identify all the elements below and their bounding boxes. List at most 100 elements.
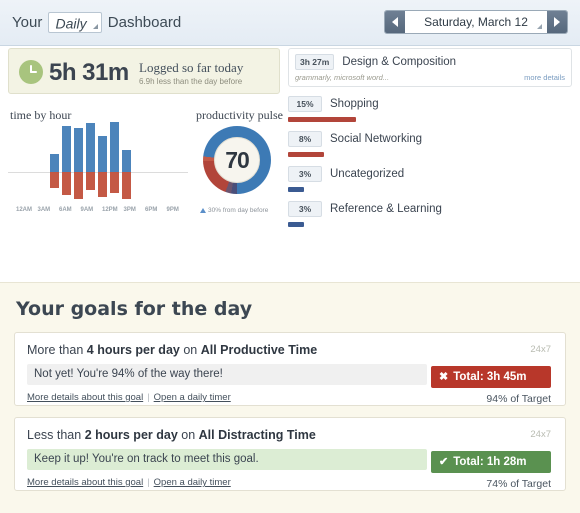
hour-bar bbox=[62, 122, 71, 200]
goal-details-link[interactable]: More details about this goal bbox=[27, 477, 143, 488]
pulse-delta-text: 30% from day before bbox=[208, 207, 269, 214]
hour-axis-tick: 9PM bbox=[166, 207, 179, 213]
goal-card: More than 4 hours per day on All Product… bbox=[14, 332, 566, 406]
prev-day-button[interactable] bbox=[385, 11, 405, 33]
goal-amount: 4 hours per day bbox=[86, 343, 180, 357]
category-item[interactable]: 8% Social Networking bbox=[288, 131, 572, 157]
hour-bar-productive bbox=[98, 136, 107, 172]
arrow-up-icon bbox=[200, 207, 206, 213]
category-percent: 3% bbox=[288, 166, 322, 182]
top-categories-panel: 3h 27m Design & Composition grammarly, m… bbox=[288, 48, 572, 236]
date-navigator: Saturday, March 12 bbox=[384, 10, 568, 34]
category-bar bbox=[288, 152, 324, 157]
goal-links: More details about this goal | Open a dail… bbox=[27, 477, 553, 488]
hour-bar bbox=[122, 122, 131, 200]
chevron-left-icon bbox=[392, 17, 398, 27]
category-bar bbox=[288, 187, 304, 192]
hour-axis-tick: 9AM bbox=[80, 207, 94, 213]
goal-prefix: More than bbox=[27, 343, 87, 357]
category-row: 8% Social Networking bbox=[288, 131, 572, 147]
category-name: Reference & Learning bbox=[330, 203, 442, 215]
category-bar bbox=[288, 222, 304, 227]
hour-bar-distracting bbox=[86, 172, 95, 190]
category-item[interactable]: 15% Shopping bbox=[288, 96, 572, 122]
goal-total-text: Total: 3h 45m bbox=[453, 371, 527, 383]
goal-target-percent: 94% of Target bbox=[486, 393, 551, 405]
hour-bar-distracting bbox=[110, 172, 119, 193]
chevron-down-icon bbox=[537, 24, 542, 29]
date-value: Saturday, March 12 bbox=[424, 15, 528, 29]
hour-bar bbox=[110, 122, 119, 200]
goal-prefix: Less than bbox=[27, 428, 85, 442]
hour-axis-tick: 3PM bbox=[123, 207, 136, 213]
goal-amount: 2 hours per day bbox=[84, 428, 178, 442]
hour-bar-productive bbox=[50, 154, 59, 172]
open-daily-timer-link[interactable]: Open a daily timer bbox=[154, 392, 231, 403]
productivity-pulse-gauge: 70 bbox=[203, 126, 271, 194]
hour-axis-tick: 12AM bbox=[16, 207, 33, 213]
title-prefix: Your bbox=[12, 14, 43, 32]
date-display[interactable]: Saturday, March 12 bbox=[405, 11, 547, 33]
category-item[interactable]: 3% Uncategorized bbox=[288, 166, 572, 192]
featured-category-time: 3h 27m bbox=[295, 54, 335, 70]
goal-middle: on bbox=[179, 343, 201, 357]
goal-total-text: Total: 1h 28m bbox=[453, 456, 527, 468]
hour-bar-productive bbox=[74, 128, 83, 172]
next-day-button[interactable] bbox=[547, 11, 567, 33]
goal-description: More than 4 hours per day on All Product… bbox=[27, 343, 553, 357]
category-percent: 8% bbox=[288, 131, 322, 147]
pulse-score-wrap: 70 bbox=[214, 137, 260, 183]
category-item[interactable]: 3% Reference & Learning bbox=[288, 201, 572, 227]
cross-icon: ✖ bbox=[439, 371, 449, 383]
goal-status-message: Keep it up! You're on track to meet this… bbox=[27, 449, 427, 470]
goal-target-percent: 74% of Target bbox=[486, 478, 551, 490]
hour-bar-productive bbox=[110, 122, 119, 172]
chevron-right-icon bbox=[554, 17, 560, 27]
chevron-down-icon bbox=[92, 24, 98, 30]
category-row: 15% Shopping bbox=[288, 96, 572, 112]
hour-bar bbox=[74, 122, 83, 200]
hour-axis-tick: 3AM bbox=[37, 207, 51, 213]
featured-category-row: 3h 27m Design & Composition bbox=[295, 54, 565, 70]
goal-details-link[interactable]: More details about this goal bbox=[27, 392, 143, 403]
goal-total-badge: ✖ Total: 3h 45m bbox=[431, 366, 551, 388]
link-separator: | bbox=[147, 477, 150, 488]
category-row: 3% Reference & Learning bbox=[288, 201, 572, 217]
time-logged-card: 5h 31m Logged so far today 6.9h less tha… bbox=[8, 48, 280, 94]
hour-axis-tick: 6AM bbox=[59, 207, 72, 213]
category-name: Social Networking bbox=[330, 133, 423, 145]
featured-category[interactable]: 3h 27m Design & Composition grammarly, m… bbox=[288, 48, 572, 87]
featured-category-apps: grammarly, microsoft word... bbox=[295, 73, 390, 82]
goal-status-message: Not yet! You're 94% of the way there! bbox=[27, 364, 427, 385]
total-time-logged: 5h 31m bbox=[49, 59, 129, 86]
productivity-pulse-title: productivity pulse bbox=[196, 108, 283, 122]
category-row: 3% Uncategorized bbox=[288, 166, 572, 182]
period-select[interactable]: Daily bbox=[48, 12, 102, 34]
dashboard-page: Your Daily Dashboard Saturday, March 12 … bbox=[0, 0, 580, 513]
hour-bar bbox=[50, 122, 59, 200]
time-logged-comparison: 6.9h less than the day before bbox=[139, 77, 243, 86]
goal-frequency: 24x7 bbox=[530, 344, 551, 355]
title-suffix: Dashboard bbox=[107, 14, 182, 32]
more-details-link[interactable]: more details bbox=[524, 73, 565, 82]
time-by-hour-axis: 12AM 3AM 6AM 9AM 12PM 3PM 6PM 9PM bbox=[8, 207, 188, 219]
hour-bar bbox=[98, 122, 107, 200]
featured-category-subrow: grammarly, microsoft word... more detail… bbox=[295, 73, 565, 82]
hour-bar-distracting bbox=[62, 172, 71, 195]
period-select-label: Daily bbox=[55, 15, 87, 32]
pulse-score: 70 bbox=[225, 146, 250, 173]
goal-target-name: All Distracting Time bbox=[198, 428, 316, 442]
goal-links: More details about this goal | Open a dail… bbox=[27, 392, 553, 403]
time-logged-label: Logged so far today bbox=[139, 60, 244, 75]
top-bar: Your Daily Dashboard Saturday, March 12 bbox=[0, 0, 580, 46]
goal-card: Less than 2 hours per day on All Distrac… bbox=[14, 417, 566, 491]
check-icon: ✔ bbox=[439, 456, 449, 468]
pulse-delta: 30% from day before bbox=[200, 207, 295, 214]
hour-axis-tick: 12PM bbox=[102, 207, 118, 213]
page-title: Your Daily Dashboard bbox=[12, 12, 182, 34]
category-name: Shopping bbox=[330, 98, 379, 110]
open-daily-timer-link[interactable]: Open a daily timer bbox=[154, 477, 231, 488]
hour-bar bbox=[86, 122, 95, 200]
featured-category-name: Design & Composition bbox=[342, 56, 457, 68]
goal-target-name: All Productive Time bbox=[200, 343, 318, 357]
